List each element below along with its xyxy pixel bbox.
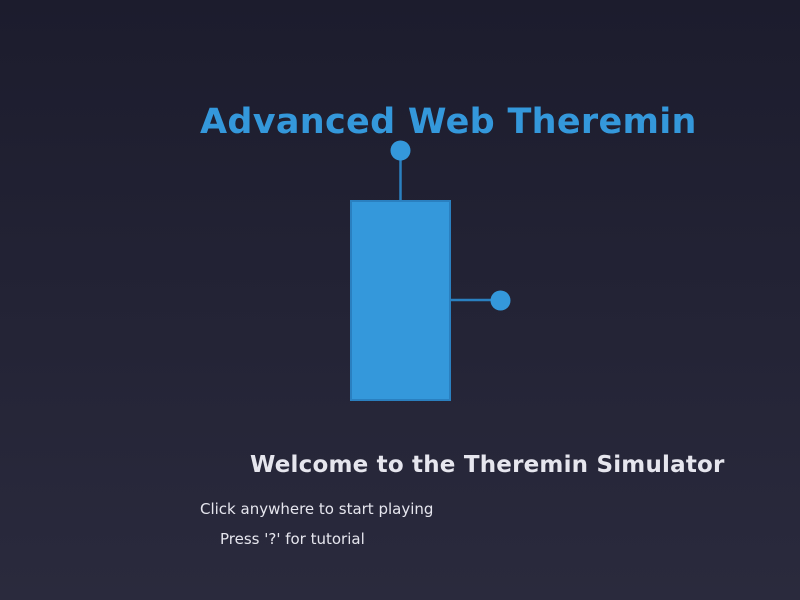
tutorial-instruction: Press '?' for tutorial [220, 530, 365, 548]
volume-antenna-icon [490, 290, 511, 311]
start-instruction: Click anywhere to start playing [200, 500, 434, 518]
pitch-antenna-icon [390, 140, 411, 161]
theremin-body [350, 200, 451, 401]
welcome-heading: Welcome to the Theremin Simulator [250, 452, 725, 478]
theremin-start-screen[interactable]: Advanced Web Theremin Welcome to the The… [0, 0, 800, 600]
